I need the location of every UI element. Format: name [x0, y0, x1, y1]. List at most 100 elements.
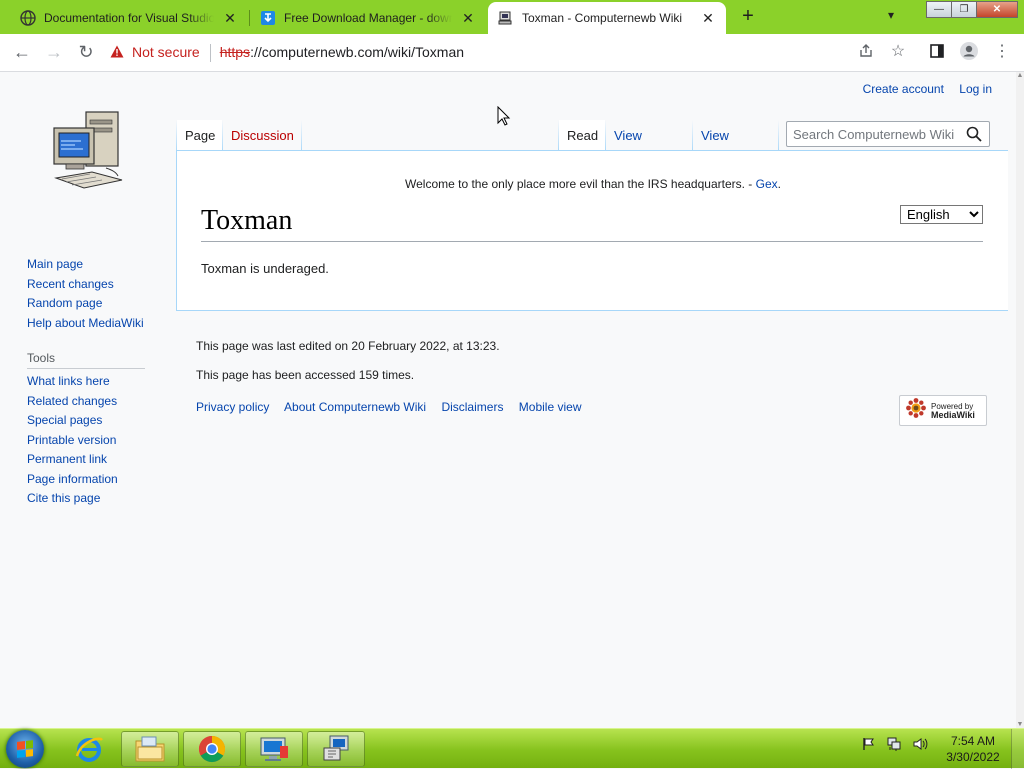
wiki-page: Create account Log in Main page Recent c… [0, 72, 1016, 728]
tab-edge [778, 120, 779, 152]
tab-view-history[interactable]: View history [693, 120, 778, 175]
share-icon[interactable] [855, 40, 877, 64]
site-notice-text: Welcome to the only place more evil than… [405, 177, 756, 191]
tab-title: Toxman - Computernewb Wiki [522, 11, 683, 25]
forward-button[interactable]: → [42, 40, 66, 64]
url-scheme: https [219, 44, 251, 60]
powered-by-line2: MediaWiki [931, 409, 975, 420]
scroll-down-arrow-icon[interactable]: ▼ [1016, 721, 1024, 728]
url-text: ://computernewb.com/wiki/Toxman [250, 44, 465, 60]
scroll-up-arrow-icon[interactable]: ▲ [1016, 72, 1024, 79]
taskbar-chrome-icon[interactable] [183, 731, 241, 767]
clock-time: 7:54 AM [950, 734, 996, 748]
profile-avatar-icon[interactable] [958, 40, 980, 64]
footer-disclaimers-link[interactable]: Disclaimers [441, 400, 503, 414]
tab-documentation-visual-studio[interactable]: Documentation for Visual Studio ✕ [10, 2, 248, 34]
sidebar-item-help[interactable]: Help about MediaWiki [27, 314, 144, 334]
windows-taskbar: 7:54 AM 3/30/2022 [0, 728, 1024, 769]
powered-by-text: Powered by MediaWiki [931, 402, 975, 420]
footer-links: Privacy policy About Computernewb Wiki D… [196, 400, 594, 414]
search-icon[interactable] [965, 124, 983, 144]
mouse-cursor-icon [497, 105, 511, 131]
tab-title: Free Download Manager - downl [284, 11, 452, 25]
personal-tools: Create account Log in [851, 82, 992, 96]
sidebar-navigation: Main page Recent changes Random page Hel… [27, 255, 144, 333]
address-bar[interactable]: Not secure https://computernewb.com/wiki/… [108, 38, 848, 66]
start-button[interactable] [6, 730, 44, 768]
sidebar-item-related-changes[interactable]: Related changes [27, 392, 118, 412]
mediawiki-sunflower-icon [905, 397, 927, 424]
sidebar-item-main-page[interactable]: Main page [27, 255, 144, 275]
back-button[interactable]: ← [10, 40, 34, 64]
article-body: Toxman is underaged. [201, 261, 329, 276]
warning-triangle-icon [108, 38, 126, 66]
close-window-button[interactable]: ✕ [976, 1, 1018, 18]
tab-close-icon[interactable]: ✕ [700, 10, 716, 27]
system-tray [862, 737, 928, 754]
page-title: Toxman [201, 201, 983, 242]
tab-close-icon[interactable]: ✕ [460, 10, 476, 27]
tab-page[interactable]: Page [177, 120, 222, 152]
site-logo-computer-icon[interactable] [50, 108, 126, 194]
restore-button[interactable]: ❐ [951, 1, 977, 18]
windows-logo-icon [17, 740, 33, 758]
clock-date: 3/30/2022 [946, 750, 1000, 764]
language-select[interactable]: English [900, 205, 983, 224]
taskbar-clock[interactable]: 7:54 AM 3/30/2022 [936, 733, 1010, 765]
site-notice-link[interactable]: Gex [756, 177, 778, 191]
taskbar-remote-desktop-icon[interactable] [245, 731, 303, 767]
tab-read[interactable]: Read [559, 120, 605, 152]
volume-icon[interactable] [912, 737, 928, 754]
minimize-button[interactable]: — [926, 1, 952, 18]
sidebar-item-page-information[interactable]: Page information [27, 470, 118, 490]
globe-icon [20, 10, 36, 26]
footer-mobile-view-link[interactable]: Mobile view [519, 400, 582, 414]
omnibox-divider [209, 44, 211, 63]
browser-menu-icon[interactable]: ⋮ [991, 40, 1013, 64]
footer-about-link[interactable]: About Computernewb Wiki [284, 400, 426, 414]
taskbar-file-explorer-icon[interactable] [121, 731, 179, 767]
window-controls: — ❐ ✕ [926, 1, 1018, 18]
create-account-link[interactable]: Create account [863, 82, 944, 96]
wiki-search-box [786, 121, 990, 147]
footer-privacy-link[interactable]: Privacy policy [196, 400, 269, 414]
footer-accessed: This page has been accessed 159 times. [196, 368, 415, 382]
tab-close-icon[interactable]: ✕ [222, 10, 238, 27]
footer-last-edited: This page was last edited on 20 February… [196, 339, 500, 353]
wiki-icon [498, 10, 514, 26]
sidebar-tools-heading: Tools [27, 351, 145, 369]
content-area: Welcome to the only place more evil than… [176, 150, 1008, 311]
sidebar-tools: What links here Related changes Special … [27, 372, 118, 509]
sidebar-item-printable-version[interactable]: Printable version [27, 431, 118, 451]
sidebar-item-random-page[interactable]: Random page [27, 294, 144, 314]
tab-search-chevron-icon[interactable]: ▾ [888, 8, 894, 22]
tab-toxman-wiki[interactable]: Toxman - Computernewb Wiki ✕ [488, 2, 726, 34]
log-in-link[interactable]: Log in [959, 82, 992, 96]
bookmark-star-icon[interactable]: ☆ [887, 40, 909, 64]
network-icon[interactable] [886, 737, 902, 754]
browser-tab-strip: Documentation for Visual Studio ✕ Free D… [0, 0, 1024, 34]
powered-by-mediawiki-badge[interactable]: Powered by MediaWiki [899, 395, 987, 426]
action-center-flag-icon[interactable] [862, 737, 876, 754]
page-scrollbar[interactable]: ▲ ▼ [1016, 72, 1024, 728]
site-notice: Welcome to the only place more evil than… [177, 177, 1009, 191]
tab-title: Documentation for Visual Studio [44, 11, 214, 25]
taskbar-installer-app-icon[interactable] [307, 731, 365, 767]
tab-view-source[interactable]: View source [606, 120, 692, 175]
search-input[interactable] [787, 122, 975, 146]
sidebar-item-special-pages[interactable]: Special pages [27, 411, 118, 431]
side-panel-icon[interactable] [926, 40, 948, 64]
new-tab-button[interactable]: + [736, 5, 760, 29]
sidebar-item-permanent-link[interactable]: Permanent link [27, 450, 118, 470]
fdm-icon [260, 10, 276, 26]
taskbar-internet-explorer-icon[interactable] [60, 731, 118, 767]
sidebar-item-recent-changes[interactable]: Recent changes [27, 275, 144, 295]
security-status-label[interactable]: Not secure [132, 44, 200, 60]
tab-free-download-manager[interactable]: Free Download Manager - downl ✕ [250, 2, 486, 34]
sidebar-item-cite-this-page[interactable]: Cite this page [27, 489, 118, 509]
reload-button[interactable]: ↻ [74, 40, 98, 64]
show-desktop-button[interactable] [1011, 729, 1024, 769]
site-notice-suffix: . [777, 177, 781, 191]
tab-discussion[interactable]: Discussion [223, 120, 301, 152]
sidebar-item-what-links-here[interactable]: What links here [27, 372, 118, 392]
